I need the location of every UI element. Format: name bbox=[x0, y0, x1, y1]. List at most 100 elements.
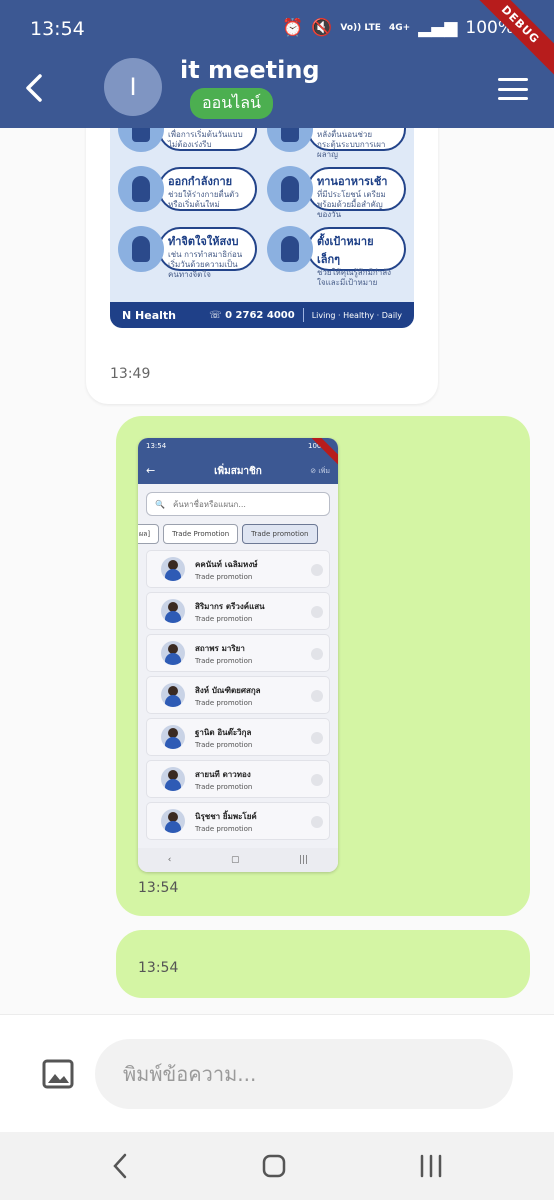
illustration-icon bbox=[267, 226, 313, 272]
screenshot-title: เพิ่มสมาชิก bbox=[214, 466, 262, 477]
member-role: Trade promotion bbox=[195, 698, 253, 707]
screenshot-nav-icon: ▢ bbox=[230, 855, 240, 865]
divider bbox=[302, 308, 304, 322]
member-name: สิริมากร ตรีวงค์แสน bbox=[195, 601, 265, 611]
poster-tile-desc: หลังตื่นนอนช่วยกระตุ้นระบบการเผาผลาญ bbox=[317, 130, 386, 159]
chat-title[interactable]: it meeting bbox=[180, 56, 320, 84]
screenshot-image[interactable]: 13:54 100% ← เพิ่มสมาชิก ⊘ เพิ่ม 🔍 ค้นหา… bbox=[138, 438, 338, 872]
member-role: Trade promotion bbox=[195, 656, 253, 665]
poster-phone: ☏ 0 2762 4000 bbox=[209, 309, 295, 321]
screenshot-member-row: สถาพร มาริยา Trade promotion bbox=[146, 634, 330, 672]
radio-icon bbox=[311, 690, 323, 702]
member-role: Trade promotion bbox=[195, 572, 253, 581]
member-name: สิงห์ บัณฑิตยศสกุล bbox=[195, 685, 261, 695]
poster-tile-desc: เช่น การทำสมาธิก่อนเริ่มวันด้วยความเป็นค… bbox=[168, 250, 243, 279]
member-role: Trade promotion bbox=[195, 740, 253, 749]
poster-tile-title: ตั้งเป้าหมายเล็กๆ bbox=[317, 235, 374, 266]
screenshot-member-row: สิงห์ บัณฑิตยศสกุล Trade promotion bbox=[146, 676, 330, 714]
screenshot-status-time: 13:54 bbox=[146, 442, 167, 450]
screenshot-member-list: คคนันท์ เฉลิมหงษ์ Trade promotion สิริมากร… bbox=[138, 546, 338, 840]
radio-icon bbox=[311, 606, 323, 618]
radio-icon bbox=[311, 732, 323, 744]
poster-tagline: Living · Healthy · Daily bbox=[311, 310, 402, 320]
chevron-left-icon bbox=[113, 1153, 127, 1179]
poster-tile-text: ตื่นแต่เช้าเพื่อการเริ่มต้นวันแบบไม่ต้อง… bbox=[158, 128, 257, 151]
app-bar: 13:54 ⏰ 🔇 Vo)) LTE 4G+ ▂▄▆ 100% DEBUG I … bbox=[0, 0, 554, 128]
screenshot-member-row: คคนันท์ เฉลิมหงษ์ Trade promotion bbox=[146, 550, 330, 588]
incoming-message[interactable]: ตื่นแต่เช้าเพื่อการเริ่มต้นวันแบบไม่ต้อง… bbox=[86, 128, 438, 404]
menu-button[interactable] bbox=[498, 78, 528, 100]
poster-tile-text: ทานอาหารเช้าที่มีประโยชน์ เตรียมพร้อมด้ว… bbox=[307, 167, 406, 219]
poster-tile-text: ออกกำลังกายช่วยให้ร่างกายตื่นตัวหรือเริ่… bbox=[158, 167, 257, 211]
poster-tile-title: ทานอาหารเช้า bbox=[317, 175, 388, 188]
system-nav-bar bbox=[0, 1132, 554, 1200]
outgoing-message[interactable]: 13:54 bbox=[116, 930, 530, 998]
poster-tile-text: ตั้งเป้าหมายเล็กๆ ช่วยให้คุณรู้สึกมีกำลัง… bbox=[307, 227, 406, 287]
poster-tiles: ตื่นแต่เช้าเพื่อการเริ่มต้นวันแบบไม่ต้อง… bbox=[118, 128, 406, 287]
screenshot-app-bar: 13:54 100% ← เพิ่มสมาชิก ⊘ เพิ่ม bbox=[138, 438, 338, 484]
outgoing-message[interactable]: 13:54 100% ← เพิ่มสมาชิก ⊘ เพิ่ม 🔍 ค้นหา… bbox=[116, 416, 530, 916]
member-avatar bbox=[161, 557, 185, 581]
home-square-icon bbox=[262, 1154, 286, 1178]
member-avatar bbox=[161, 767, 185, 791]
signal-icon: ▂▄▆ bbox=[418, 18, 458, 38]
screenshot-search: 🔍 ค้นหาชื่อหรือแผนก... bbox=[146, 492, 330, 516]
screenshot-nav-bar: ‹ ▢ ||| bbox=[138, 848, 338, 872]
member-avatar bbox=[161, 683, 185, 707]
screenshot-member-row: สิริมากร ตรีวงค์แสน Trade promotion bbox=[146, 592, 330, 630]
network-label: 4G+ bbox=[388, 22, 411, 33]
poster-tile-title: ออกกำลังกาย bbox=[168, 175, 233, 188]
member-role: Trade promotion bbox=[195, 782, 253, 791]
poster-tile-desc: เพื่อการเริ่มต้นวันแบบไม่ต้องเร่งรีบ bbox=[168, 130, 243, 149]
poster-tile: ทำจิตใจให้สงบเช่น การทำสมาธิก่อนเริ่มวัน… bbox=[118, 224, 257, 279]
screenshot-filter-chips: ผล] Trade Promotion Trade promotion bbox=[138, 524, 338, 544]
alarm-icon: ⏰ bbox=[282, 18, 304, 38]
message-input[interactable] bbox=[95, 1039, 513, 1109]
screenshot-search-placeholder: ค้นหาชื่อหรือแผนก... bbox=[172, 499, 246, 509]
member-avatar bbox=[161, 599, 185, 623]
illustration-icon bbox=[118, 166, 164, 212]
online-status-badge: ออนไลน์ bbox=[190, 88, 273, 119]
screenshot-member-row: สายนที ดาวทอง Trade promotion bbox=[146, 760, 330, 798]
poster-tile-text: ดื่มน้ำทันทีหลังตื่นนอนช่วยกระตุ้นระบบกา… bbox=[307, 128, 406, 159]
member-role: Trade promotion bbox=[195, 824, 253, 833]
illustration-icon bbox=[118, 226, 164, 272]
poster-tile: ออกกำลังกายช่วยให้ร่างกายตื่นตัวหรือเริ่… bbox=[118, 164, 257, 214]
attach-image-button[interactable] bbox=[42, 1059, 74, 1089]
poster-tile-desc: ช่วยให้ร่างกายตื่นตัวหรือเริ่มต้นใหม่ bbox=[168, 190, 239, 209]
radio-icon bbox=[311, 774, 323, 786]
poster-tile: ตื่นแต่เช้าเพื่อการเริ่มต้นวันแบบไม่ต้อง… bbox=[118, 128, 257, 154]
back-button[interactable] bbox=[20, 70, 48, 106]
poster-tile-title: ทำจิตใจให้สงบ bbox=[168, 235, 239, 248]
member-name: ฐานิต อินต๊ะวิกุล bbox=[195, 727, 252, 737]
poster-tile: ตั้งเป้าหมายเล็กๆ ช่วยให้คุณรู้สึกมีกำลัง… bbox=[267, 224, 406, 287]
poster-brand: N Health bbox=[122, 308, 176, 322]
poster-tile-desc: ที่มีประโยชน์ เตรียมพร้อมด้วยมื้อสำคัญขอ… bbox=[317, 190, 386, 219]
poster-tile: ทานอาหารเช้าที่มีประโยชน์ เตรียมพร้อมด้ว… bbox=[267, 164, 406, 219]
member-role: Trade promotion bbox=[195, 614, 253, 623]
message-time: 13:49 bbox=[110, 366, 151, 382]
screenshot-nav-icon: ||| bbox=[299, 855, 309, 865]
chat-avatar[interactable]: I bbox=[104, 58, 162, 116]
radio-icon bbox=[311, 816, 323, 828]
poster-tile: ดื่มน้ำทันทีหลังตื่นนอนช่วยกระตุ้นระบบกา… bbox=[267, 128, 406, 159]
screenshot-nav-icon: ‹ bbox=[167, 855, 172, 865]
message-list[interactable]: ตื่นแต่เช้าเพื่อการเริ่มต้นวันแบบไม่ต้อง… bbox=[0, 128, 554, 1014]
image-icon bbox=[42, 1059, 74, 1089]
screenshot-filter-chip: ผล] bbox=[138, 524, 160, 544]
system-back-button[interactable] bbox=[108, 1152, 134, 1180]
member-avatar bbox=[161, 725, 185, 749]
search-icon: 🔍 bbox=[155, 499, 165, 509]
system-recents-button[interactable] bbox=[418, 1154, 444, 1178]
health-poster-image[interactable]: ตื่นแต่เช้าเพื่อการเริ่มต้นวันแบบไม่ต้อง… bbox=[110, 128, 414, 328]
screenshot-filter-chip: Trade Promotion bbox=[163, 524, 239, 544]
screenshot-filter-chip: Trade promotion bbox=[242, 524, 318, 544]
message-composer bbox=[0, 1014, 554, 1132]
system-home-button[interactable] bbox=[262, 1154, 286, 1178]
screenshot-member-row: นิรุชชา ยิ้มพะโยค์ Trade promotion bbox=[146, 802, 330, 840]
menu-icon bbox=[498, 78, 528, 81]
illustration-icon bbox=[267, 166, 313, 212]
member-avatar bbox=[161, 641, 185, 665]
screenshot-member-row: ฐานิต อินต๊ะวิกุล Trade promotion bbox=[146, 718, 330, 756]
member-name: สายนที ดาวทอง bbox=[195, 769, 251, 779]
